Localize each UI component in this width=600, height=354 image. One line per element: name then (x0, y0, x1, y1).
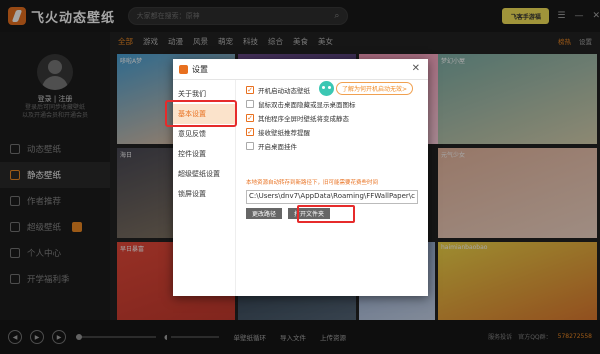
option-label: 接收壁纸推荐提醒 (258, 129, 310, 137)
option-label: 其他程序全屏时壁纸将变成静态 (258, 115, 349, 123)
change-path-button[interactable]: 更改路径 (246, 208, 283, 219)
settings-dialog: 设置 ✕ 关于我们 基本设置 意见反馈 控件设置 超级壁纸设置 锁屏设置 ✓ 开机… (173, 59, 428, 296)
option-label: 开启桌面挂件 (258, 143, 297, 151)
settings-tab-lockscreen[interactable]: 锁屏设置 (173, 184, 235, 204)
option-desktop-widget[interactable]: 开启桌面挂件 (246, 139, 356, 153)
option-label: 鼠标双击桌面隐藏或显示桌面图标 (258, 101, 356, 109)
settings-tab-feedback[interactable]: 意见反馈 (173, 124, 235, 144)
settings-tab-super-wallpaper[interactable]: 超级壁纸设置 (173, 164, 235, 184)
storage-path-field[interactable]: C:\Users\dnv7\AppData\Roaming\FFWallPape… (246, 190, 418, 204)
mascot-icon (319, 81, 334, 96)
highlight-box-open-folder (297, 205, 355, 223)
checkbox-checked-icon[interactable]: ✓ (246, 114, 254, 122)
app-window: 飞火动态壁纸 ⌕ 飞客手游福 ☰ — ✕ 全部 游戏 动漫 风景 萌宠 科技 综… (0, 0, 600, 354)
help-bubble[interactable]: 了解为何开机启动无效> (336, 82, 414, 95)
path-note: 本地资源自动转存到新路径下，旧可能需要花费些时间 (246, 180, 379, 186)
option-label: 开机启动动态壁纸 (258, 87, 310, 95)
dialog-title: 设置 (192, 65, 208, 74)
settings-tab-widgets[interactable]: 控件设置 (173, 144, 235, 164)
help-tip[interactable]: 了解为何开机启动无效> (319, 81, 414, 96)
highlight-box-basic-settings (165, 100, 237, 127)
close-icon[interactable]: ✕ (412, 63, 420, 74)
checkbox-unchecked-icon[interactable] (246, 100, 254, 108)
app-logo-icon (179, 65, 188, 74)
dialog-header: 设置 (179, 64, 208, 75)
checkbox-checked-icon[interactable]: ✓ (246, 128, 254, 136)
option-dblclick-hide-icons[interactable]: 鼠标双击桌面隐藏或显示桌面图标 (246, 97, 356, 111)
option-recommend-notify[interactable]: ✓ 接收壁纸推荐提醒 (246, 125, 356, 139)
checkbox-unchecked-icon[interactable] (246, 142, 254, 150)
option-fullscreen-static[interactable]: ✓ 其他程序全屏时壁纸将变成静态 (246, 111, 356, 125)
checkbox-checked-icon[interactable]: ✓ (246, 86, 254, 94)
